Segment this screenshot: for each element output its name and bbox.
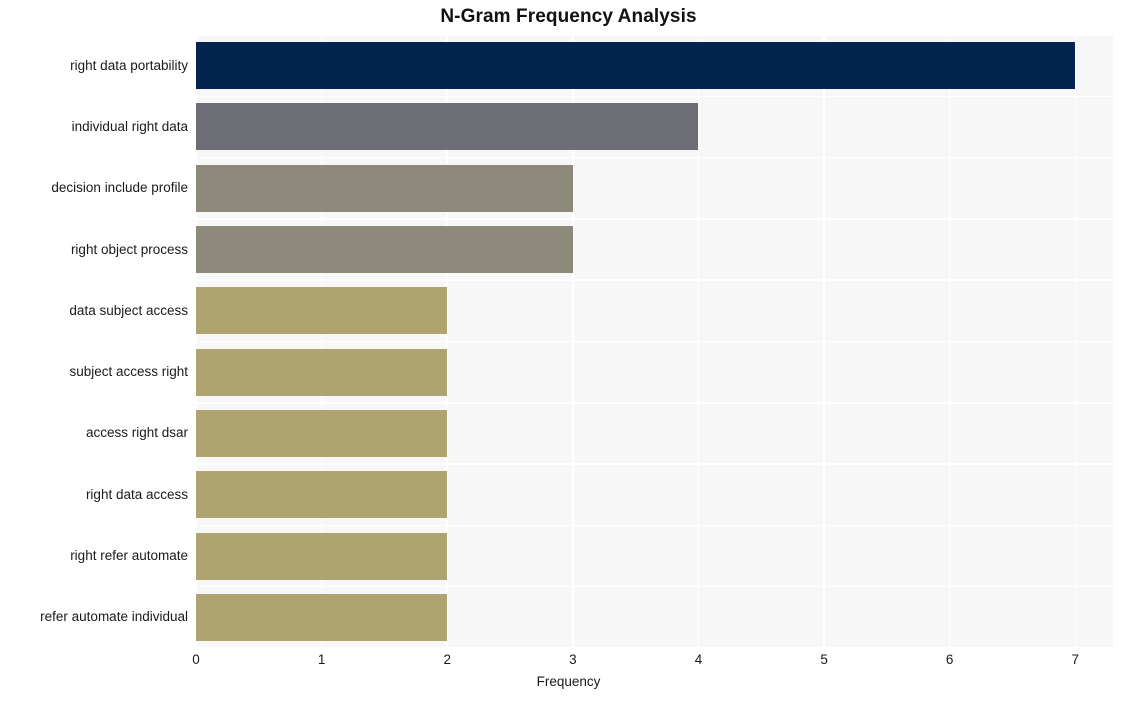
gridline-horizontal [196, 340, 1113, 343]
bar[interactable] [196, 226, 573, 274]
gridline-horizontal [196, 218, 1113, 220]
x-axis-tick-label: 7 [1071, 652, 1080, 667]
bar[interactable] [196, 471, 448, 519]
bar[interactable] [196, 103, 699, 151]
y-axis-tick-label: individual right data [71, 118, 188, 134]
y-axis-tick-label: right data portability [70, 57, 188, 73]
x-axis-tick-label: 4 [694, 652, 703, 667]
y-axis-tick-label: decision include profile [51, 180, 188, 196]
bar[interactable] [196, 409, 448, 457]
x-axis-tick-label: 1 [317, 652, 326, 667]
x-axis-tick-label: 3 [569, 652, 577, 667]
gridline-horizontal [196, 95, 1113, 98]
x-axis-tick-label: 2 [443, 652, 451, 667]
y-axis-tick-label: right data access [85, 486, 188, 502]
bar[interactable] [196, 42, 1076, 90]
y-axis-tick-label: refer automate individual [40, 609, 188, 625]
bar[interactable] [196, 532, 448, 580]
x-axis-title: Frequency [536, 674, 601, 689]
gridline-horizontal [196, 156, 1113, 159]
y-axis-tick-label: right object process [70, 241, 188, 257]
gridline-horizontal [196, 402, 1113, 404]
bar[interactable] [196, 348, 448, 396]
y-axis-tick-label: subject access right [69, 364, 188, 380]
y-axis-tick-label: access right dsar [85, 425, 188, 441]
y-axis-tick-labels: right data portability individual right d… [0, 35, 196, 648]
y-axis-tick-label: data subject access [69, 302, 188, 318]
chart-title: N-Gram Frequency Analysis [440, 6, 697, 27]
bar[interactable] [196, 593, 448, 641]
plot-area [196, 35, 1113, 648]
x-axis-tick-label: 6 [945, 652, 954, 667]
gridline-horizontal [196, 35, 1113, 36]
gridline-horizontal [196, 524, 1113, 527]
bar[interactable] [196, 164, 573, 212]
chart-container: N-Gram Frequency Analysis right data por… [0, 0, 1137, 701]
gridline-horizontal [196, 463, 1113, 465]
y-axis-tick-label: right refer automate [70, 548, 188, 564]
x-axis-tick-label: 5 [820, 652, 828, 667]
x-axis-tick-label: 0 [192, 652, 200, 667]
gridline-horizontal [196, 585, 1113, 588]
gridline-horizontal [196, 279, 1113, 281]
bar[interactable] [196, 287, 448, 335]
